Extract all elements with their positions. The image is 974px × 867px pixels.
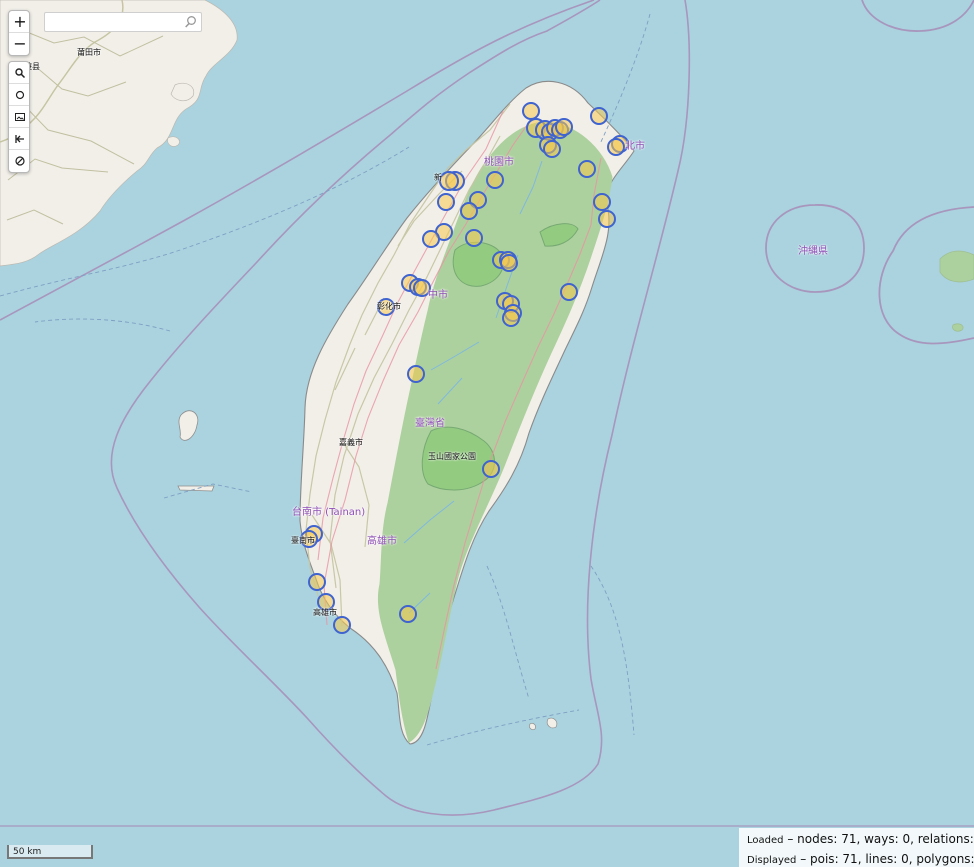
label-taiwan-province: 臺灣省 — [415, 418, 445, 429]
poi-marker[interactable] — [439, 171, 459, 191]
poi-marker[interactable] — [465, 229, 483, 247]
clear-tool-button[interactable] — [9, 150, 29, 172]
loaded-status-row: Loaded – nodes: 71, ways: 0, relations: … — [747, 830, 974, 850]
search-icon[interactable] — [184, 15, 198, 29]
label-changhua: 彰化市 — [377, 302, 401, 311]
map-controls: + − — [8, 10, 30, 178]
previous-tool-button[interactable] — [9, 128, 29, 150]
poi-marker[interactable] — [502, 309, 520, 327]
zoom-control: + − — [8, 10, 30, 56]
poi-marker[interactable] — [500, 254, 518, 272]
label-tainan-english: 台南市 (Tainan) — [292, 507, 366, 518]
displayed-status-text: – pois: 71, lines: 0, polygons: 0 — [800, 852, 974, 866]
map-canvas[interactable] — [0, 0, 974, 867]
poi-marker[interactable] — [593, 193, 611, 211]
label-yushan-national-park: 玉山國家公園 — [428, 452, 476, 461]
orchid-island — [546, 717, 558, 729]
zoom-out-button[interactable]: − — [9, 33, 29, 55]
label-okinawa: 沖縄県 — [798, 246, 828, 257]
poi-marker[interactable] — [578, 160, 596, 178]
image-tool-button[interactable] — [9, 106, 29, 128]
label-tainan-city: 臺南市 — [291, 536, 315, 545]
map-viewport[interactable]: 莆田市 仙遊县 桃園市 新 中市 彰化市 臺灣省 玉山國家公園 嘉義市 台南市 … — [0, 0, 974, 867]
poi-marker[interactable] — [333, 616, 351, 634]
tool-control-group — [8, 61, 30, 173]
poi-marker[interactable] — [598, 210, 616, 228]
poi-marker[interactable] — [486, 171, 504, 189]
label-kaohsiung-city: 高雄市 — [313, 608, 337, 617]
circle-icon — [15, 90, 25, 99]
zoom-in-button[interactable]: + — [9, 11, 29, 33]
label-taoyuan: 桃園市 — [484, 157, 514, 168]
status-panel: Loaded – nodes: 71, ways: 0, relations: … — [739, 828, 974, 867]
poi-marker[interactable] — [590, 107, 608, 125]
displayed-status-row: Displayed – pois: 71, lines: 0, polygons… — [747, 850, 974, 867]
poi-marker[interactable] — [437, 193, 455, 211]
previous-icon — [15, 134, 24, 143]
poi-marker[interactable] — [422, 230, 440, 248]
scale-bar: 50 km — [7, 845, 93, 859]
label-taipei-fragment: 北市 — [625, 141, 645, 152]
poi-marker[interactable] — [560, 283, 578, 301]
label-chiayi: 嘉義市 — [339, 438, 363, 447]
poi-marker[interactable] — [407, 365, 425, 383]
search-tool-button[interactable] — [9, 62, 29, 84]
poi-marker[interactable] — [607, 138, 625, 156]
label-putian: 莆田市 — [77, 48, 101, 57]
poi-marker[interactable] — [555, 118, 573, 136]
label-hsinchu-fragment: 新 — [434, 173, 442, 182]
circle-tool-button[interactable] — [9, 84, 29, 106]
green-island — [529, 723, 536, 730]
poi-marker[interactable] — [482, 460, 500, 478]
loaded-status-prefix: Loaded — [747, 835, 784, 846]
map-search-box — [44, 12, 202, 34]
loaded-status-text: – nodes: 71, ways: 0, relations: 0 — [787, 832, 974, 846]
label-taichung-fragment: 中市 — [428, 290, 448, 301]
poi-marker[interactable] — [399, 605, 417, 623]
magnifier-icon — [15, 67, 26, 78]
poi-marker[interactable] — [460, 202, 478, 220]
label-kaohsiung-region: 高雄市 — [367, 536, 397, 547]
poi-marker[interactable] — [308, 573, 326, 591]
ban-icon — [15, 156, 25, 166]
displayed-status-prefix: Displayed — [747, 855, 797, 866]
poi-marker[interactable] — [543, 140, 561, 158]
poi-marker[interactable] — [522, 102, 540, 120]
image-icon — [15, 112, 25, 121]
search-input[interactable] — [45, 15, 189, 34]
